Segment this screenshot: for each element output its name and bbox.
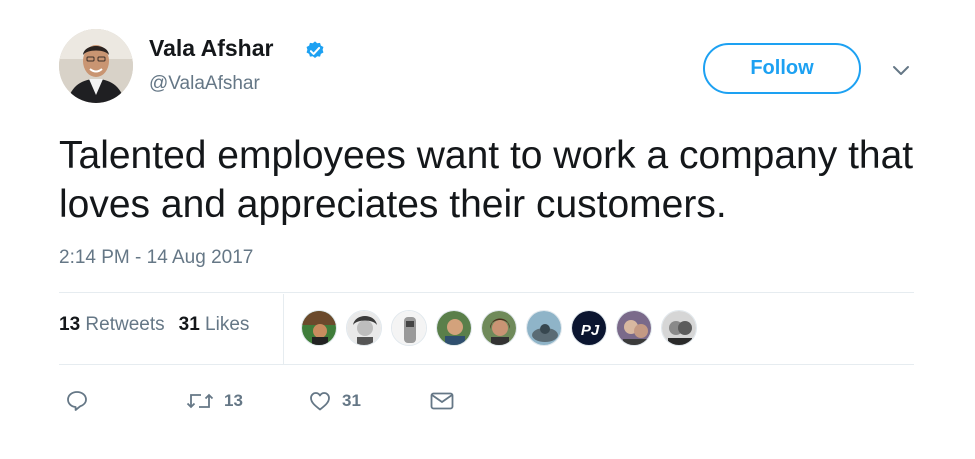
liker-avatar[interactable]	[481, 310, 517, 346]
tweet-card: Vala Afshar @ValaAfshar Follow Talented …	[0, 0, 975, 459]
divider	[59, 292, 914, 293]
author-name[interactable]: Vala Afshar	[149, 35, 273, 62]
chevron-down-icon[interactable]	[890, 62, 912, 78]
likes-label: Likes	[205, 314, 250, 335]
retweet-button[interactable]: 13	[186, 386, 243, 416]
verified-badge-icon	[306, 41, 324, 59]
like-count: 31	[342, 391, 361, 410]
follow-button[interactable]: Follow	[703, 43, 861, 94]
author-handle[interactable]: @ValaAfshar	[149, 73, 260, 95]
svg-text:PJ: PJ	[581, 322, 600, 339]
retweet-icon	[186, 393, 214, 409]
likes-count: 31	[178, 314, 200, 335]
divider	[59, 364, 914, 365]
liker-avatar[interactable]	[346, 310, 382, 346]
liker-avatar[interactable]	[526, 310, 562, 346]
liker-avatar[interactable]	[301, 310, 337, 346]
direct-message-button[interactable]	[429, 386, 455, 416]
tweet-timestamp[interactable]: 2:14 PM - 14 Aug 2017	[59, 247, 253, 269]
retweets-stat[interactable]: 13 Retweets	[59, 314, 165, 335]
reply-button[interactable]	[65, 386, 89, 416]
retweet-count: 13	[224, 391, 243, 410]
author-avatar[interactable]	[59, 29, 133, 103]
liker-avatar[interactable]	[436, 310, 472, 346]
like-button[interactable]: 31	[308, 386, 361, 416]
retweets-count: 13	[59, 314, 81, 335]
heart-icon	[310, 392, 330, 411]
tweet-text: Talented employees want to work a compan…	[59, 134, 914, 226]
engagement-stats: 13 Retweets 31 Likes	[59, 314, 249, 336]
reply-icon	[67, 391, 87, 411]
liker-avatar[interactable]	[616, 310, 652, 346]
likes-stat[interactable]: 31 Likes	[179, 314, 250, 335]
liker-avatar[interactable]: PJ	[571, 310, 607, 346]
stats-separator	[283, 294, 284, 364]
liker-avatar[interactable]	[661, 310, 697, 346]
retweets-label: Retweets	[85, 314, 165, 335]
liker-avatar[interactable]	[391, 310, 427, 346]
envelope-icon	[430, 392, 454, 410]
